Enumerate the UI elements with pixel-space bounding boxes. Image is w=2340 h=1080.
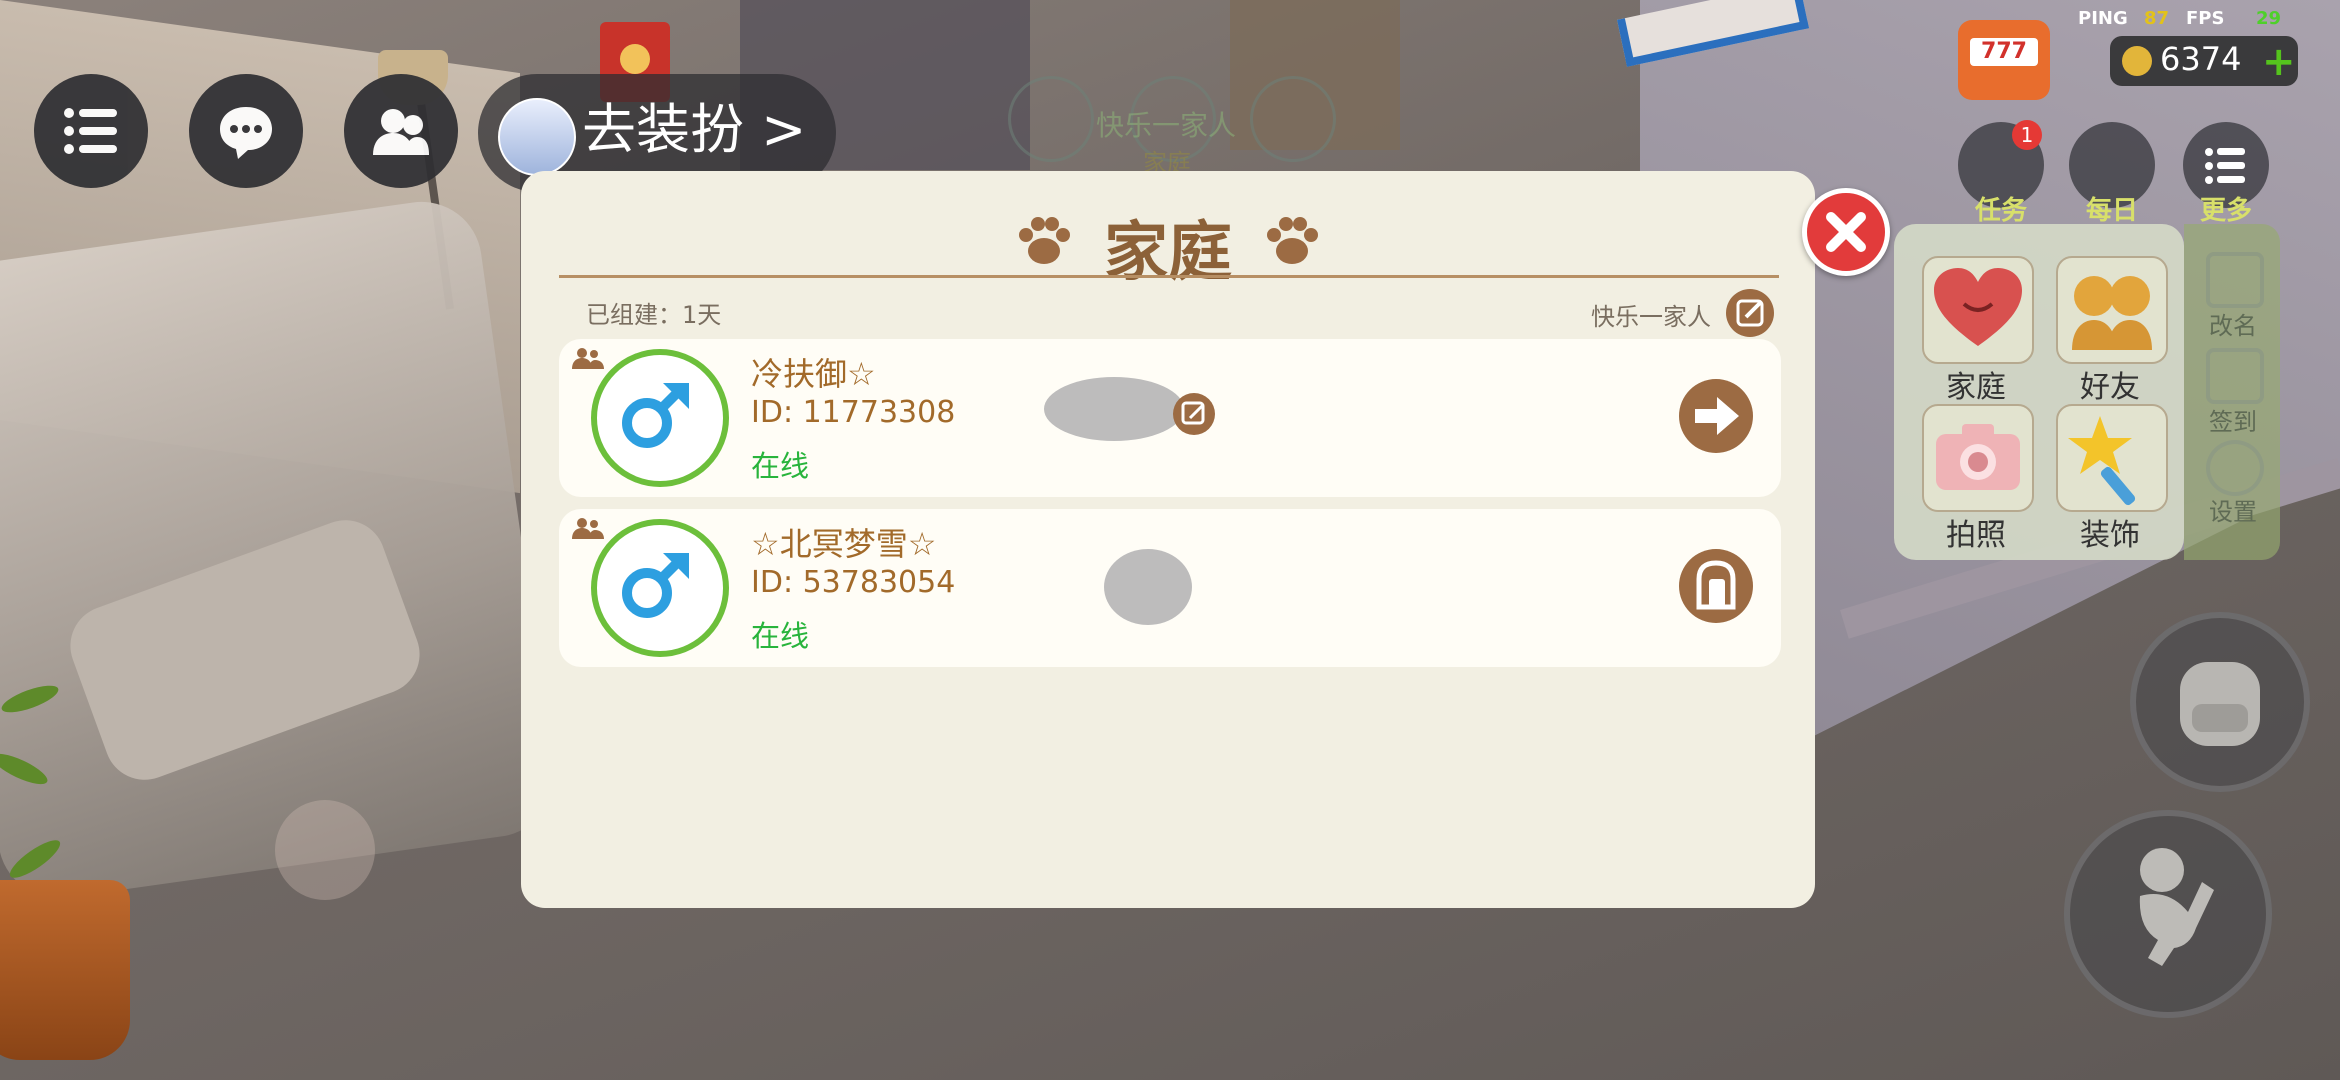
heart-icon xyxy=(1934,268,2022,346)
member-avatar xyxy=(591,349,729,487)
edit-member-button[interactable] xyxy=(1173,393,1215,435)
paw-icon xyxy=(1267,217,1318,264)
member-avatar xyxy=(591,519,729,657)
plant-pot xyxy=(0,880,130,1060)
family-name: 快乐一家人 xyxy=(1591,303,1711,331)
male-icon xyxy=(622,553,689,618)
settings-gear-icon[interactable] xyxy=(2206,440,2264,496)
close-dialog-button[interactable] xyxy=(1802,188,1890,276)
edit-family-name-button[interactable] xyxy=(1726,289,1774,337)
camera-icon xyxy=(1936,424,2020,490)
daily-label: 每日 xyxy=(2085,196,2138,226)
jump-button[interactable] xyxy=(2064,810,2272,1018)
rename-icon[interactable] xyxy=(2206,252,2264,308)
visit-home-button[interactable] xyxy=(1679,549,1753,623)
photo-tile-label: 拍照 xyxy=(1946,518,2006,553)
member-name: ☆北冥梦雪☆ xyxy=(751,525,937,563)
faded-paw-button[interactable] xyxy=(275,800,375,900)
backpack-button[interactable] xyxy=(2130,612,2310,792)
family-tile-button[interactable] xyxy=(1922,256,2034,364)
rename-label: 改名 xyxy=(2209,312,2257,340)
redacted-area xyxy=(1044,377,1184,441)
fps-value: 29 xyxy=(2256,8,2282,29)
edit-icon xyxy=(1181,401,1205,425)
member-status: 在线 xyxy=(751,619,810,653)
avatar xyxy=(498,98,576,176)
dress-up-label: 去装扮 > xyxy=(582,98,807,161)
coin-balance: 6374 + xyxy=(2110,36,2298,86)
photo-tile-button[interactable] xyxy=(1922,404,2034,512)
faded-sparkle-button[interactable] xyxy=(1250,76,1336,162)
member-row[interactable]: 冷扶御☆ ID: 11773308 在线 xyxy=(559,339,1781,497)
male-icon xyxy=(622,383,689,448)
member-id: ID: 53783054 xyxy=(751,565,956,600)
friends-tile-label: 好友 xyxy=(2080,370,2140,405)
task-label: 任务 xyxy=(1974,196,2027,226)
redacted-area xyxy=(1104,549,1192,625)
coin-value: 6374 xyxy=(2160,40,2242,78)
exit-arrow-icon xyxy=(1695,397,1739,435)
fps-label: FPS xyxy=(2186,8,2225,29)
add-coins-button[interactable]: + xyxy=(2262,42,2296,82)
chat-bubble-icon xyxy=(220,107,272,159)
red-envelope-seal xyxy=(620,44,650,74)
coin-icon xyxy=(2122,46,2152,76)
title-divider xyxy=(559,275,1779,278)
close-icon xyxy=(1826,212,1866,252)
door-icon xyxy=(1696,560,1736,610)
member-name: 冷扶御☆ xyxy=(751,355,876,393)
edit-icon xyxy=(1736,299,1764,327)
member-group-icon xyxy=(572,518,604,539)
faded-family-name: 快乐一家人 xyxy=(1096,109,1237,142)
backpack-icon xyxy=(2180,662,2260,746)
faded-brush-button[interactable] xyxy=(1008,76,1094,162)
ping-value: 87 xyxy=(2144,8,2170,29)
slot-machine-icon: 777 xyxy=(1970,38,2038,66)
friends-button[interactable] xyxy=(344,74,458,188)
checkin-label: 签到 xyxy=(2209,408,2257,436)
people-icon xyxy=(373,109,429,155)
decorate-tile-label: 装饰 xyxy=(2080,518,2140,553)
family-tile-label: 家庭 xyxy=(1946,370,2006,405)
slot-machine-button[interactable]: 777 xyxy=(1958,20,2050,100)
settings-label: 设置 xyxy=(2209,498,2257,526)
task-badge: 1 xyxy=(2012,120,2042,150)
list-icon xyxy=(64,108,117,154)
checkin-icon[interactable] xyxy=(2206,348,2264,404)
decorate-tile-button[interactable] xyxy=(2056,404,2168,512)
more-label: 更多 xyxy=(2199,196,2252,226)
menu-button[interactable] xyxy=(34,74,148,188)
jump-person-icon xyxy=(2139,848,2214,966)
member-status: 在线 xyxy=(751,449,810,483)
member-id: ID: 11773308 xyxy=(751,395,956,430)
ping-label: PING xyxy=(2078,8,2128,29)
member-group-icon xyxy=(572,348,604,369)
family-dialog: 家庭 已组建：1天 快乐一家人 冷扶御☆ ID: 11773308 在线 ☆北冥… xyxy=(521,171,1815,908)
member-row[interactable]: ☆北冥梦雪☆ ID: 53783054 在线 xyxy=(559,509,1781,667)
magic-wand-icon xyxy=(2068,416,2136,506)
leave-family-button[interactable] xyxy=(1679,379,1753,453)
friends-icon xyxy=(2072,276,2152,350)
chat-button[interactable] xyxy=(189,74,303,188)
dialog-title: 家庭 xyxy=(1104,216,1232,290)
friends-tile-button[interactable] xyxy=(2056,256,2168,364)
family-age: 已组建：1天 xyxy=(586,301,722,329)
